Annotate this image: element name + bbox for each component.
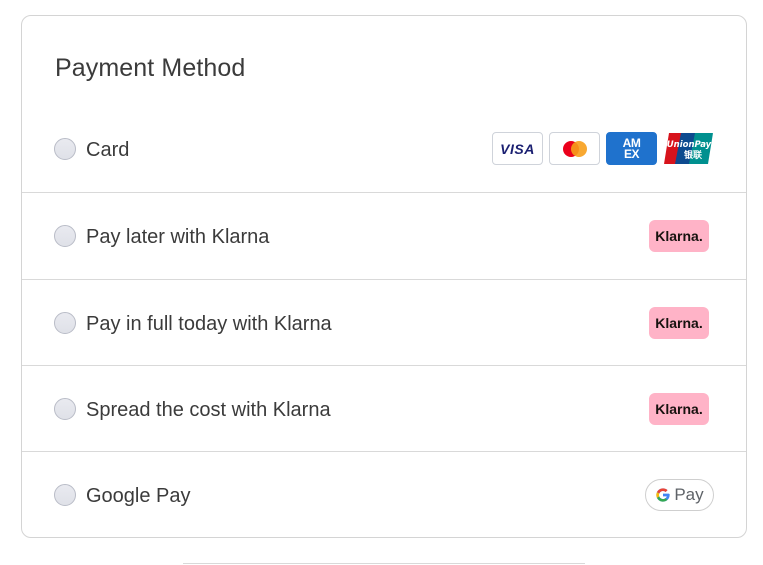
- payment-option-google-pay[interactable]: Google Pay Pay: [22, 451, 746, 537]
- unionpay-icon: UnionPay 银联: [663, 132, 714, 165]
- unionpay-cn-text: 银联: [684, 149, 703, 161]
- payment-option-klarna-spread-cost[interactable]: Spread the cost with Klarna Klarna.: [22, 365, 746, 451]
- klarna-pay-in-full-radio[interactable]: [54, 312, 76, 334]
- klarna-badge: Klarna.: [649, 393, 709, 425]
- amex-text-bottom: EX: [623, 146, 640, 161]
- visa-icon: VISA: [492, 132, 543, 165]
- google-pay-badge: Pay: [645, 479, 714, 511]
- unionpay-text: UnionPay: [667, 140, 712, 150]
- payment-option-klarna-pay-later[interactable]: Pay later with Klarna Klarna.: [22, 192, 746, 279]
- klarna-pay-later-label: Pay later with Klarna: [86, 226, 270, 248]
- card-label: Card: [86, 139, 130, 161]
- klarna-badge: Klarna.: [649, 307, 709, 339]
- klarna-badge: Klarna.: [649, 220, 709, 252]
- card-radio[interactable]: [54, 138, 76, 160]
- mastercard-icon: [549, 132, 600, 165]
- visa-text: VISA: [500, 140, 535, 157]
- klarna-pay-later-radio[interactable]: [54, 225, 76, 247]
- payment-option-card[interactable]: Card VISA AM EX UnionPay 银联: [22, 112, 746, 192]
- divider: [183, 563, 585, 564]
- mastercard-logo: [562, 140, 587, 157]
- payment-option-klarna-pay-in-full[interactable]: Pay in full today with Klarna Klarna.: [22, 279, 746, 365]
- google-pay-text: Pay: [674, 485, 704, 504]
- klarna-spread-cost-label: Spread the cost with Klarna: [86, 399, 331, 421]
- unionpay-logo: UnionPay 银联: [664, 133, 713, 164]
- google-pay-radio[interactable]: [54, 484, 76, 506]
- payment-method-panel: Payment Method Card VISA AM EX UnionPay …: [21, 15, 747, 538]
- card-brand-badges: VISA AM EX UnionPay 银联: [492, 132, 714, 165]
- klarna-pay-in-full-label: Pay in full today with Klarna: [86, 313, 332, 335]
- amex-icon: AM EX: [606, 132, 657, 165]
- payment-method-title: Payment Method: [55, 54, 246, 82]
- google-pay-label: Google Pay: [86, 485, 191, 507]
- klarna-spread-cost-radio[interactable]: [54, 398, 76, 420]
- google-g-icon: [656, 488, 671, 502]
